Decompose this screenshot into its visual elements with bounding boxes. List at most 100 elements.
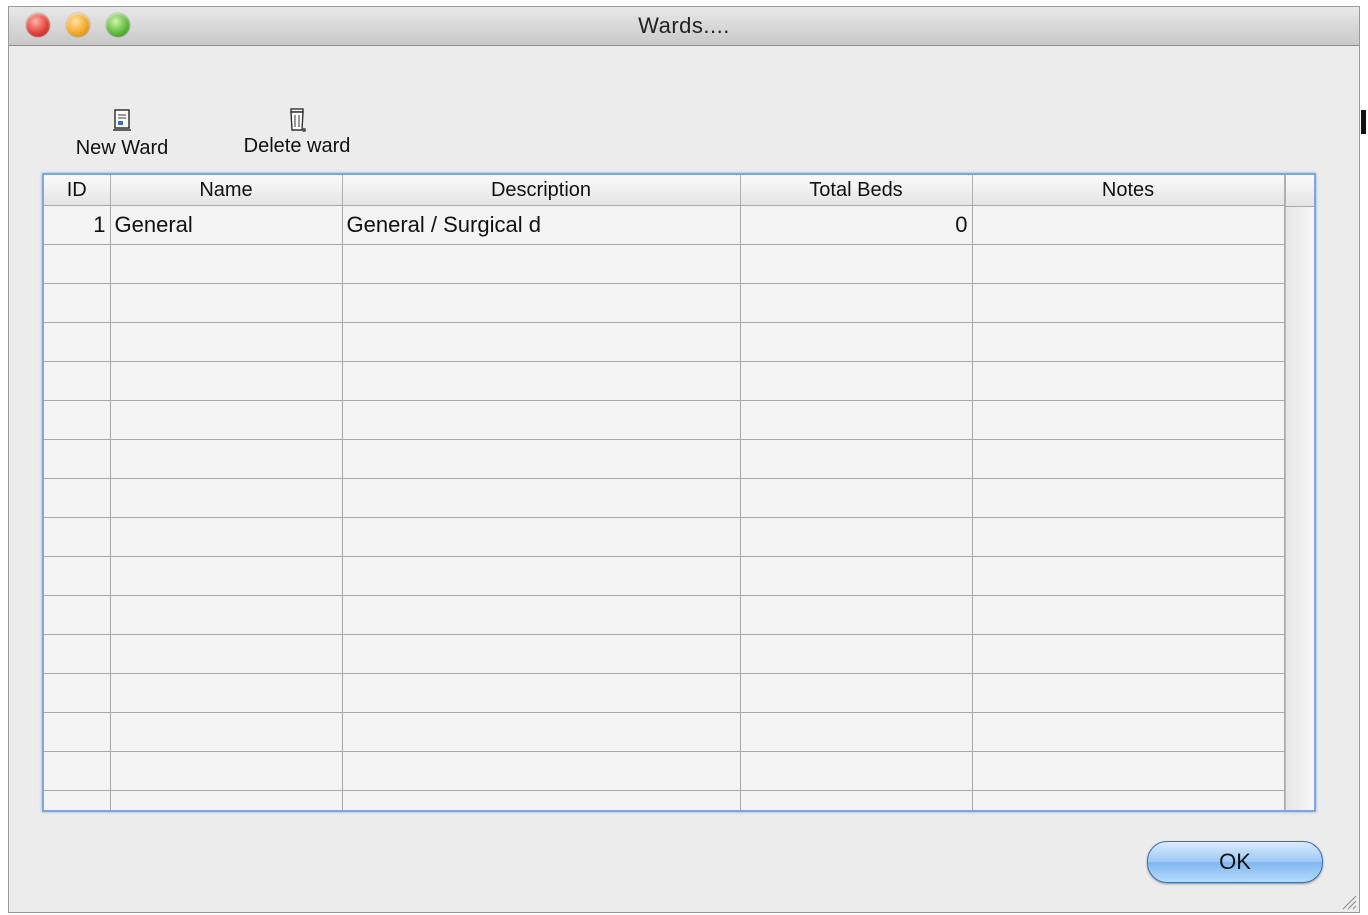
cell-total-beds[interactable]: [740, 322, 973, 362]
cell-notes[interactable]: [972, 751, 1285, 791]
table-row[interactable]: [44, 322, 1285, 362]
cell-id[interactable]: [44, 595, 111, 635]
cell-notes[interactable]: [972, 790, 1285, 810]
table-row[interactable]: [44, 673, 1285, 713]
table-row[interactable]: [44, 361, 1285, 401]
table-row[interactable]: [44, 712, 1285, 752]
cell-id[interactable]: [44, 322, 111, 362]
cell-name[interactable]: [110, 790, 343, 810]
cell-notes[interactable]: [972, 361, 1285, 401]
table-row[interactable]: [44, 244, 1285, 284]
cell-notes[interactable]: [972, 634, 1285, 674]
table-row[interactable]: [44, 478, 1285, 518]
column-header-id[interactable]: ID: [44, 175, 111, 206]
cell-description[interactable]: [342, 712, 741, 752]
cell-description[interactable]: [342, 790, 741, 810]
cell-notes[interactable]: [972, 556, 1285, 596]
cell-name[interactable]: [110, 322, 343, 362]
cell-id[interactable]: [44, 790, 111, 810]
cell-id[interactable]: [44, 712, 111, 752]
cell-name[interactable]: [110, 595, 343, 635]
resize-grip-icon[interactable]: [1339, 892, 1357, 910]
new-ward-button[interactable]: New Ward: [67, 107, 177, 160]
cell-description[interactable]: [342, 322, 741, 362]
cell-name[interactable]: [110, 751, 343, 791]
cell-name[interactable]: [110, 439, 343, 479]
cell-name[interactable]: [110, 556, 343, 596]
cell-id[interactable]: [44, 439, 111, 479]
cell-notes[interactable]: [972, 283, 1285, 323]
cell-description[interactable]: [342, 400, 741, 440]
cell-total-beds[interactable]: [740, 400, 973, 440]
cell-description[interactable]: [342, 556, 741, 596]
cell-name[interactable]: [110, 361, 343, 401]
cell-total-beds[interactable]: [740, 790, 973, 810]
cell-name[interactable]: [110, 400, 343, 440]
cell-id[interactable]: [44, 283, 111, 323]
cell-notes[interactable]: [972, 244, 1285, 284]
cell-id[interactable]: [44, 361, 111, 401]
cell-notes[interactable]: [972, 517, 1285, 557]
column-header-description[interactable]: Description: [342, 175, 741, 206]
cell-total-beds[interactable]: [740, 244, 973, 284]
cell-name[interactable]: General: [110, 205, 343, 245]
cell-notes[interactable]: [972, 400, 1285, 440]
cell-total-beds[interactable]: [740, 361, 973, 401]
cell-id[interactable]: 1: [44, 205, 111, 245]
cell-id[interactable]: [44, 244, 111, 284]
cell-total-beds[interactable]: [740, 556, 973, 596]
cell-description[interactable]: [342, 361, 741, 401]
vertical-scrollbar[interactable]: [1285, 175, 1314, 810]
table-row[interactable]: [44, 634, 1285, 674]
cell-description[interactable]: [342, 673, 741, 713]
cell-name[interactable]: [110, 517, 343, 557]
cell-total-beds[interactable]: 0: [740, 205, 973, 245]
cell-description[interactable]: [342, 595, 741, 635]
table-row[interactable]: [44, 400, 1285, 440]
cell-description[interactable]: [342, 634, 741, 674]
cell-description[interactable]: [342, 478, 741, 518]
cell-description[interactable]: [342, 751, 741, 791]
cell-total-beds[interactable]: [740, 439, 973, 479]
cell-total-beds[interactable]: [740, 634, 973, 674]
cell-notes[interactable]: [972, 595, 1285, 635]
cell-id[interactable]: [44, 478, 111, 518]
cell-description[interactable]: [342, 283, 741, 323]
cell-total-beds[interactable]: [740, 595, 973, 635]
wards-table[interactable]: ID Name Description Total Beds Notes 1 G…: [42, 173, 1316, 812]
cell-total-beds[interactable]: [740, 283, 973, 323]
cell-description[interactable]: [342, 517, 741, 557]
cell-id[interactable]: [44, 556, 111, 596]
cell-id[interactable]: [44, 634, 111, 674]
cell-notes[interactable]: [972, 322, 1285, 362]
cell-notes[interactable]: [972, 478, 1285, 518]
cell-id[interactable]: [44, 673, 111, 713]
table-row[interactable]: [44, 439, 1285, 479]
table-row[interactable]: [44, 595, 1285, 635]
cell-total-beds[interactable]: [740, 478, 973, 518]
cell-total-beds[interactable]: [740, 712, 973, 752]
cell-total-beds[interactable]: [740, 751, 973, 791]
column-header-total-beds[interactable]: Total Beds: [740, 175, 973, 206]
cell-notes[interactable]: [972, 673, 1285, 713]
cell-total-beds[interactable]: [740, 673, 973, 713]
title-bar[interactable]: Wards....: [9, 7, 1359, 46]
cell-notes[interactable]: [972, 439, 1285, 479]
cell-description[interactable]: General / Surgical d: [342, 205, 741, 245]
table-row[interactable]: 1 General General / Surgical d 0: [44, 205, 1285, 245]
table-row[interactable]: [44, 790, 1285, 810]
table-row[interactable]: [44, 556, 1285, 596]
cell-name[interactable]: [110, 673, 343, 713]
cell-description[interactable]: [342, 244, 741, 284]
cell-id[interactable]: [44, 400, 111, 440]
delete-ward-button[interactable]: Delete ward: [237, 105, 357, 158]
column-header-notes[interactable]: Notes: [972, 175, 1285, 206]
cell-total-beds[interactable]: [740, 517, 973, 557]
ok-button[interactable]: OK: [1147, 841, 1323, 883]
cell-name[interactable]: [110, 478, 343, 518]
cell-name[interactable]: [110, 634, 343, 674]
table-row[interactable]: [44, 517, 1285, 557]
cell-notes[interactable]: [972, 205, 1285, 245]
column-header-name[interactable]: Name: [110, 175, 343, 206]
cell-name[interactable]: [110, 283, 343, 323]
